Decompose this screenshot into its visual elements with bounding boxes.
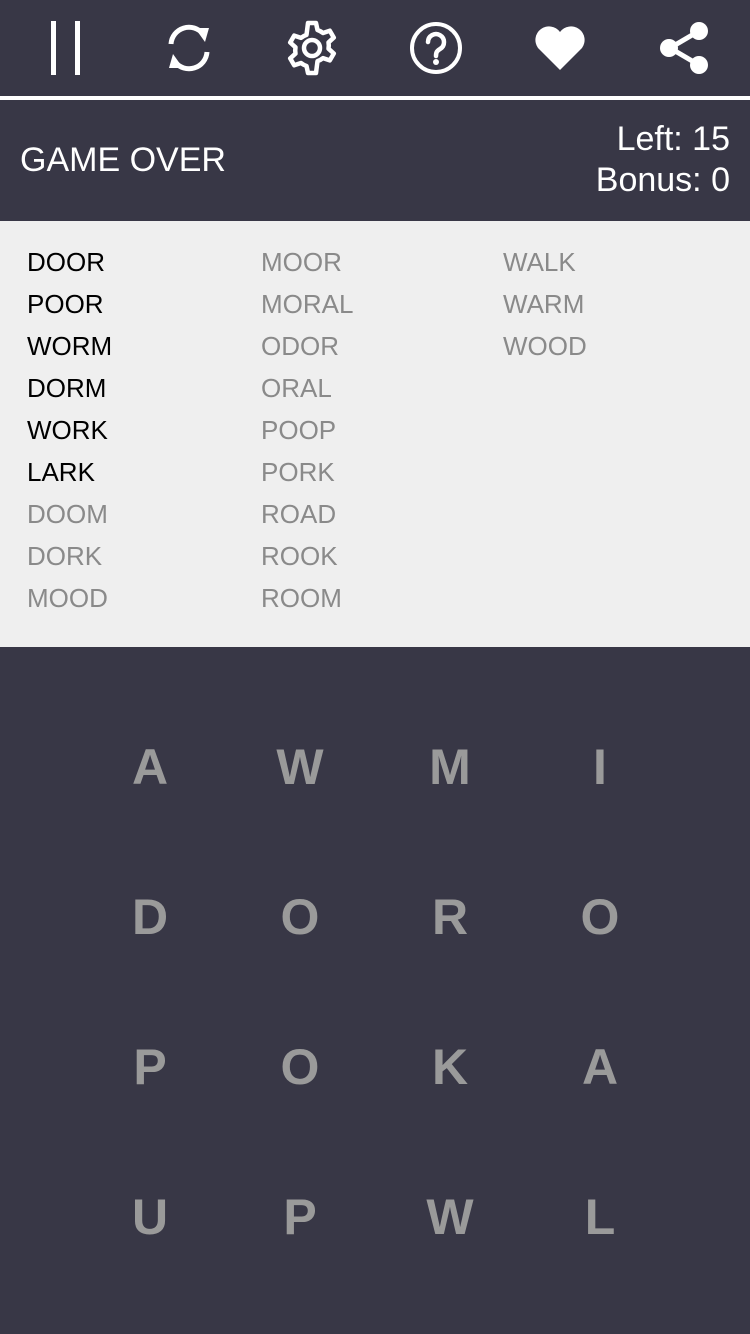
settings-button[interactable]: [278, 14, 346, 82]
found-word: DOOR: [27, 247, 105, 277]
missed-word: ORAL: [261, 373, 332, 403]
letter-tile[interactable]: O: [225, 842, 375, 992]
missed-word: MOOR: [261, 247, 342, 277]
letter-tile[interactable]: P: [75, 992, 225, 1142]
letter-tile[interactable]: M: [375, 692, 525, 842]
toolbar: [0, 0, 750, 96]
share-button[interactable]: [650, 14, 718, 82]
missed-word: WARM: [503, 289, 585, 319]
letter-tile[interactable]: O: [225, 992, 375, 1142]
restart-button[interactable]: [155, 14, 223, 82]
letter-tile[interactable]: W: [375, 1142, 525, 1292]
missed-word: ROAD: [261, 499, 337, 529]
score-counters: Left: 15 Bonus: 0: [596, 119, 730, 201]
settings-gear-icon: [283, 19, 341, 77]
missed-word: MORAL: [261, 289, 354, 319]
missed-word: POOP: [261, 415, 337, 445]
found-word: POOR: [27, 289, 104, 319]
missed-word: ODOR: [261, 331, 339, 361]
bonus-counter: Bonus: 0: [595, 161, 730, 199]
letter-tile[interactable]: W: [225, 692, 375, 842]
missed-word: PORK: [261, 457, 335, 487]
letter-tile[interactable]: U: [75, 1142, 225, 1292]
pause-button[interactable]: [32, 14, 100, 82]
found-word: WORK: [27, 415, 108, 445]
letter-tile[interactable]: I: [525, 692, 675, 842]
letter-grid: AWMIDOROPOKAUPWL: [0, 647, 750, 1334]
letter-tile[interactable]: K: [375, 992, 525, 1142]
missed-word: MOOD: [27, 583, 108, 613]
letter-tile[interactable]: P: [225, 1142, 375, 1292]
heart-icon: [533, 23, 587, 73]
letter-tile[interactable]: O: [525, 842, 675, 992]
letter-tile[interactable]: D: [75, 842, 225, 992]
share-icon: [655, 19, 713, 77]
word-column-3: WALK WARM WOOD: [503, 245, 587, 371]
letter-tile[interactable]: A: [75, 692, 225, 842]
word-column-1: DOOR POOR WORM DORM WORK LARK DOOM DORK MOOD: [27, 245, 112, 623]
missed-word: WALK: [503, 247, 576, 277]
missed-word: WOOD: [503, 331, 587, 361]
pause-icon: [46, 18, 86, 78]
help-icon: [407, 19, 465, 77]
letter-tile[interactable]: L: [525, 1142, 675, 1292]
letter-tile[interactable]: R: [375, 842, 525, 992]
missed-word: ROOK: [261, 541, 338, 571]
words-left-counter: Left: 15: [616, 120, 730, 158]
missed-word: DOOM: [27, 499, 108, 529]
favorite-button[interactable]: [526, 14, 594, 82]
word-list-panel: DOOR POOR WORM DORM WORK LARK DOOM DORK MOOD MOO…: [0, 221, 750, 647]
letter-tile[interactable]: A: [525, 992, 675, 1142]
found-word: DORM: [27, 373, 107, 403]
restart-icon: [161, 20, 217, 76]
found-word: LARK: [27, 457, 95, 487]
help-button[interactable]: [402, 14, 470, 82]
game-status-title: GAME OVER: [20, 141, 226, 179]
missed-word: ROOM: [261, 583, 342, 613]
word-column-2: MOOR MORAL ODOR ORAL POOP PORK ROAD ROOK ROOM: [261, 245, 353, 623]
found-word: WORM: [27, 331, 113, 361]
missed-word: DORK: [27, 541, 103, 571]
